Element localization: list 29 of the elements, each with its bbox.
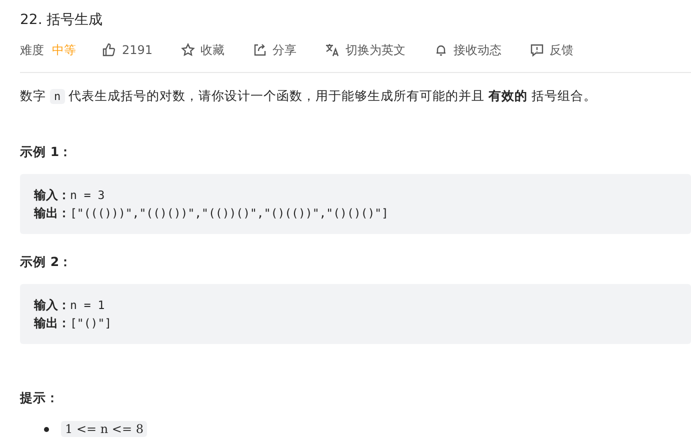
- io-label: 输入：: [34, 298, 70, 312]
- thumbs-up-icon: [102, 43, 116, 57]
- io-value: ["((()))","(()())","(())()","()(())","()()()"]: [70, 206, 388, 220]
- share-icon: [252, 43, 267, 57]
- difficulty-label: 难度: [20, 42, 44, 58]
- io-label: 输入：: [34, 188, 70, 202]
- io-label: 输出：: [34, 316, 70, 330]
- favorite-button[interactable]: 收藏: [180, 42, 225, 58]
- share-button[interactable]: 分享: [252, 42, 297, 58]
- description: 数字 n 代表生成括号的对数，请你设计一个函数，用于能够生成所有可能的并且 有效的 括号组合。: [20, 87, 598, 106]
- io-value: n = 1: [70, 298, 105, 312]
- translate-button[interactable]: 切换为英文: [324, 42, 406, 58]
- like-button[interactable]: 2191: [102, 43, 153, 57]
- problem-title: 22. 括号生成: [20, 11, 104, 30]
- example-heading: 示例 1：: [20, 144, 74, 161]
- translate-icon: [324, 43, 340, 57]
- feedback-button[interactable]: 反馈: [530, 42, 574, 58]
- io-value: n = 3: [70, 188, 105, 202]
- star-icon: [180, 43, 195, 57]
- bullet-icon: [44, 426, 49, 432]
- difficulty-value: 中等: [52, 42, 76, 58]
- bell-icon: [434, 43, 448, 57]
- io-label: 输出：: [34, 206, 70, 220]
- constraints-heading: 提示：: [20, 390, 60, 407]
- io-value: ["()"]: [70, 316, 112, 330]
- message-icon: [530, 43, 544, 57]
- subscribe-button[interactable]: 接收动态: [434, 42, 502, 58]
- example-heading: 示例 2：: [20, 254, 74, 271]
- constraint-code: 1 <= n <= 8: [61, 421, 148, 437]
